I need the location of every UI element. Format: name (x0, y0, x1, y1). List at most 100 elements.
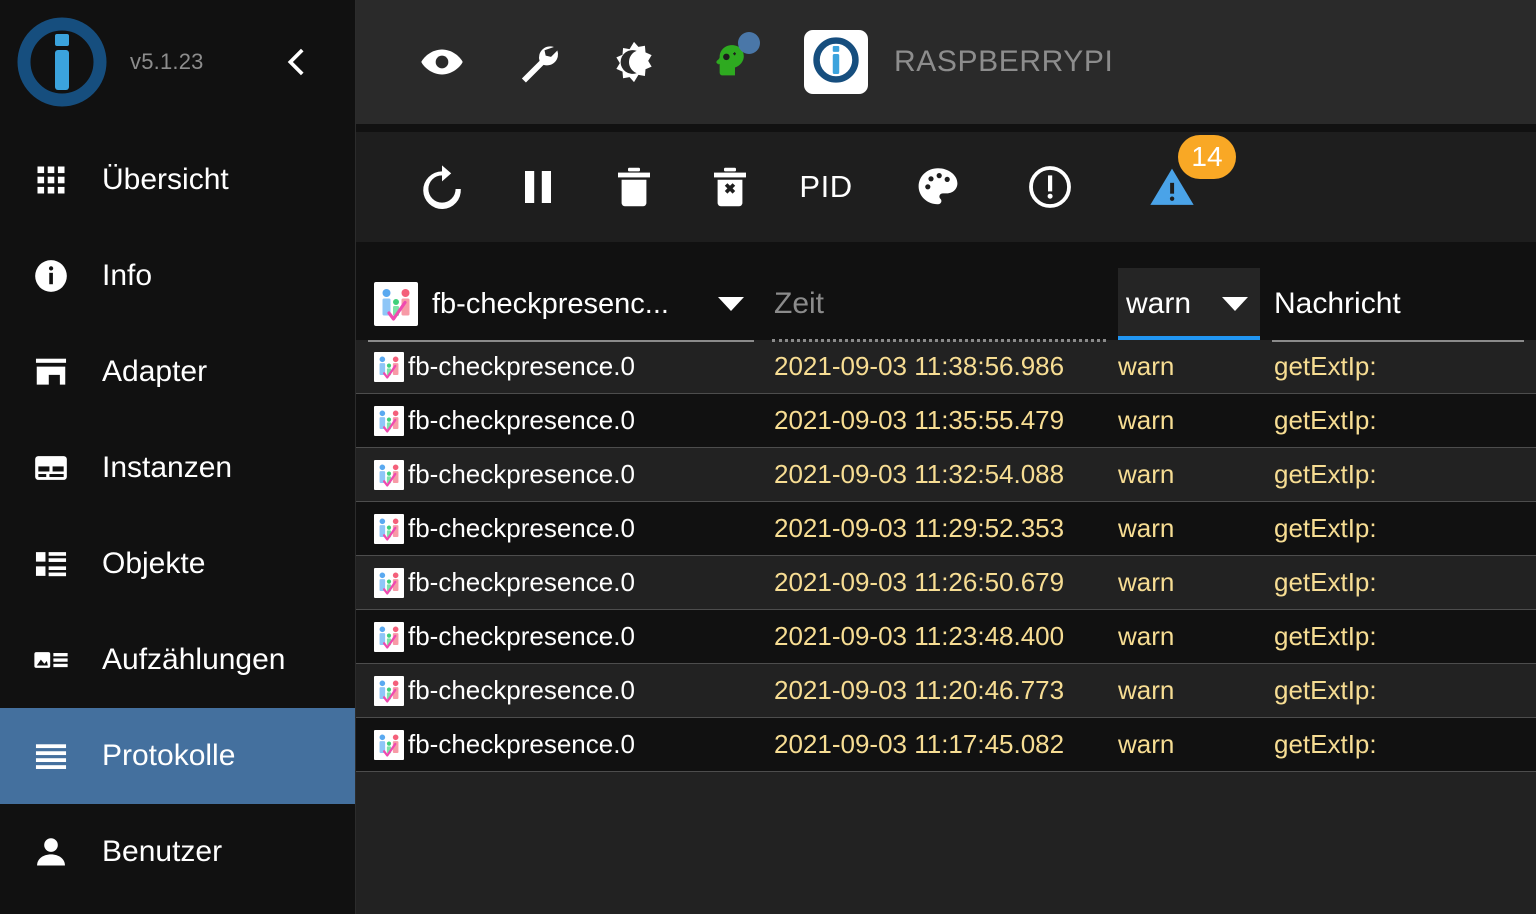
sidebar-item-label: Info (102, 259, 153, 292)
error-circle-icon[interactable] (1012, 149, 1088, 225)
row-source-label: fb-checkpresence.0 (408, 351, 635, 381)
row-time-cell: 2021-09-03 11:20:46.773 (766, 664, 1118, 717)
row-severity-label: warn (1118, 729, 1175, 759)
time-underline (772, 339, 1106, 342)
row-message-cell: getExtIp: (1266, 394, 1536, 447)
sidebar-item-protokolle[interactable]: Protokolle (0, 708, 355, 804)
message-column-header[interactable]: Nachricht (1266, 268, 1536, 342)
row-source-cell: fb-checkpresence.0 (362, 340, 766, 393)
log-table: fb-checkpresenc... Zeit warn Nachricht f… (356, 242, 1536, 914)
row-message-cell: getExtIp: (1266, 340, 1536, 393)
expert-mode-badge-dot (738, 32, 760, 54)
log-table-header: fb-checkpresenc... Zeit warn Nachricht (356, 242, 1536, 342)
log-toolbar: PID 14 (356, 132, 1536, 242)
row-time-label: 2021-09-03 11:26:50.679 (774, 567, 1065, 597)
row-time-label: 2021-09-03 11:23:48.400 (774, 621, 1065, 651)
source-filter-select[interactable]: fb-checkpresenc... (362, 268, 766, 342)
row-severity-cell: warn (1118, 556, 1266, 609)
fb-checkpresence-adapter-icon (374, 459, 404, 490)
table-row[interactable]: fb-checkpresence.0 2021-09-03 11:20:46.77… (356, 664, 1536, 718)
row-time-label: 2021-09-03 11:29:52.353 (774, 513, 1065, 543)
iobroker-logo-icon (809, 33, 863, 92)
top-toolbar: RASPBERRYPI (356, 0, 1536, 124)
row-severity-cell: warn (1118, 448, 1266, 501)
warning-triangle-icon[interactable]: 14 (1134, 135, 1236, 225)
expert-mode-head-icon[interactable] (694, 26, 766, 98)
row-message-cell: getExtIp: (1266, 556, 1536, 609)
table-row[interactable]: fb-checkpresence.0 2021-09-03 11:17:45.08… (356, 718, 1536, 772)
message-underline (1272, 340, 1524, 342)
chevron-left-icon[interactable] (279, 45, 313, 79)
sidebar-item-benutzer[interactable]: Benutzer (0, 804, 355, 900)
row-severity-cell: warn (1118, 394, 1266, 447)
table-row[interactable]: fb-checkpresence.0 2021-09-03 11:23:48.40… (356, 610, 1536, 664)
severity-select-box[interactable]: warn (1118, 268, 1260, 340)
wrench-icon[interactable] (502, 26, 574, 98)
host-logo-button[interactable] (804, 30, 868, 94)
row-message-cell: getExtIp: (1266, 448, 1536, 501)
pause-icon[interactable] (500, 149, 576, 225)
refresh-icon[interactable] (404, 149, 480, 225)
palette-icon[interactable] (900, 149, 976, 225)
row-time-label: 2021-09-03 11:17:45.082 (774, 729, 1065, 759)
row-time-cell: 2021-09-03 11:29:52.353 (766, 502, 1118, 555)
sidebar-item-label: Objekte (102, 547, 206, 580)
sidebar-item-objekte[interactable]: Objekte (0, 516, 355, 612)
row-source-label: fb-checkpresence.0 (408, 459, 635, 489)
time-filter-input[interactable]: Zeit (766, 268, 1118, 342)
row-time-cell: 2021-09-03 11:35:55.479 (766, 394, 1118, 447)
pid-toggle[interactable]: PID (788, 149, 864, 225)
severity-filter-select[interactable]: warn (1118, 268, 1266, 340)
sidebar-brand: v5.1.23 (0, 0, 355, 124)
row-severity-label: warn (1118, 351, 1175, 381)
table-row[interactable]: fb-checkpresence.0 2021-09-03 11:26:50.67… (356, 556, 1536, 610)
sidebar-item-label: Protokolle (102, 739, 236, 772)
row-time-cell: 2021-09-03 11:17:45.082 (766, 718, 1118, 771)
fb-checkpresence-adapter-icon (374, 729, 404, 760)
table-row[interactable]: fb-checkpresence.0 2021-09-03 11:35:55.47… (356, 394, 1536, 448)
severity-filter-value: warn (1126, 287, 1192, 320)
source-underline (368, 340, 754, 342)
sidebar-item-label: Instanzen (102, 451, 233, 484)
eye-icon[interactable] (406, 26, 478, 98)
row-message-label: getExtIp: (1274, 621, 1377, 651)
row-time-cell: 2021-09-03 11:38:56.986 (766, 340, 1118, 393)
card-icon (28, 445, 74, 491)
table-row[interactable]: fb-checkpresence.0 2021-09-03 11:32:54.08… (356, 448, 1536, 502)
row-severity-label: warn (1118, 513, 1175, 543)
delete-all-icon[interactable] (692, 149, 768, 225)
delete-icon[interactable] (596, 149, 672, 225)
fb-checkpresence-adapter-icon (374, 513, 404, 544)
row-message-label: getExtIp: (1274, 405, 1377, 435)
message-header-label: Nachricht (1274, 287, 1401, 320)
severity-underline (1118, 336, 1260, 340)
row-message-label: getExtIp: (1274, 567, 1377, 597)
sidebar-item-adapter[interactable]: Adapter (0, 324, 355, 420)
row-source-cell: fb-checkpresence.0 (362, 394, 766, 447)
sidebar-item-instanzen[interactable]: Instanzen (0, 420, 355, 516)
chevron-down-icon (1222, 297, 1248, 311)
sidebar-item-info[interactable]: Info (0, 228, 355, 324)
sidebar-item-uebersicht[interactable]: Übersicht (0, 132, 355, 228)
fb-checkpresence-adapter-icon (374, 351, 404, 382)
table-row[interactable]: fb-checkpresence.0 2021-09-03 11:38:56.98… (356, 340, 1536, 394)
table-row[interactable]: fb-checkpresence.0 2021-09-03 11:29:52.35… (356, 502, 1536, 556)
brightness-moon-icon[interactable] (598, 26, 670, 98)
row-source-label: fb-checkpresence.0 (408, 405, 635, 435)
row-source-cell: fb-checkpresence.0 (362, 664, 766, 717)
row-source-cell: fb-checkpresence.0 (362, 718, 766, 771)
source-filter-value: fb-checkpresenc... (432, 287, 669, 320)
log-table-body: fb-checkpresence.0 2021-09-03 11:38:56.98… (356, 340, 1536, 914)
row-severity-cell: warn (1118, 718, 1266, 771)
sidebar-item-label: Adapter (102, 355, 208, 388)
time-filter-placeholder: Zeit (774, 287, 825, 320)
row-time-label: 2021-09-03 11:20:46.773 (774, 675, 1065, 705)
sidebar-item-aufzaehlungen[interactable]: Aufzählungen (0, 612, 355, 708)
row-message-label: getExtIp: (1274, 729, 1377, 759)
row-source-label: fb-checkpresence.0 (408, 513, 635, 543)
fb-checkpresence-adapter-icon (374, 621, 404, 652)
fb-checkpresence-adapter-icon (374, 405, 404, 436)
row-message-cell: getExtIp: (1266, 610, 1536, 663)
row-source-label: fb-checkpresence.0 (408, 729, 635, 759)
sidebar-item-label: Übersicht (102, 163, 229, 196)
